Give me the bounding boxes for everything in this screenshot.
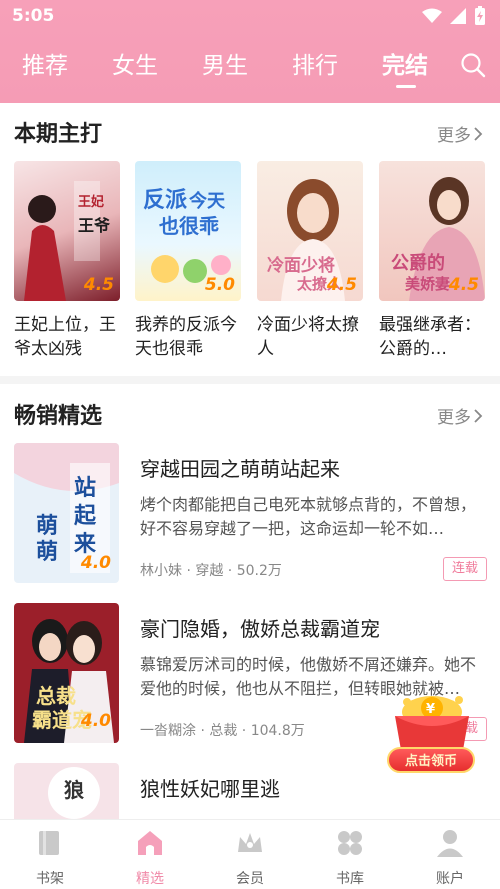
svg-text:冷面少将: 冷面少将 — [267, 255, 335, 276]
nav-label: 书库 — [336, 871, 364, 887]
crown-icon — [238, 833, 262, 852]
tab-male[interactable]: 男生 — [202, 46, 248, 86]
svg-text:反派: 反派 — [143, 188, 187, 213]
bookshelf-icon — [39, 831, 59, 855]
user-icon — [437, 830, 463, 857]
chevron-right-icon — [474, 126, 483, 141]
svg-text:总裁: 总裁 — [36, 684, 76, 708]
book-rating: 4.5 — [326, 275, 357, 295]
more-label: 更多 — [437, 408, 471, 428]
signal-icon — [450, 8, 466, 24]
book-cover: 冷面少将 太撩人 4.5 — [257, 161, 363, 301]
book-meta: 一沓糊涂 · 总裁 · 104.8万 — [140, 723, 305, 739]
status-badge: 连载 — [443, 557, 487, 581]
svg-text:¥: ¥ — [426, 702, 435, 717]
nav-label: 账户 — [436, 871, 464, 887]
svg-text:萌: 萌 — [36, 539, 58, 565]
svg-text:起: 起 — [73, 503, 97, 529]
svg-text:萌: 萌 — [36, 513, 58, 539]
tab-completed[interactable]: 完结 — [382, 46, 428, 86]
tab-female[interactable]: 女生 — [112, 46, 158, 86]
status-time: 5:05 — [12, 6, 55, 26]
nav-label: 会员 — [236, 871, 264, 887]
list-item[interactable]: 站 起 来 萌 萌 4.0 穿越田园之萌萌站起来 烤个肉都能把自己电死本就够点背… — [0, 443, 500, 593]
svg-text:今天: 今天 — [189, 190, 226, 212]
svg-text:王爷: 王爷 — [78, 216, 111, 235]
book-title: 穿越田园之萌萌站起来 — [140, 457, 340, 481]
svg-text:站: 站 — [74, 475, 96, 501]
wifi-icon — [422, 8, 442, 23]
bottom-navigation: 书架 精选 会员 书库 账户 — [0, 819, 500, 889]
book-title: 冷面少将太撩人 — [257, 315, 359, 359]
section-divider — [0, 376, 500, 384]
search-icon[interactable] — [460, 52, 486, 78]
active-tab-indicator — [396, 85, 416, 88]
svg-text:也很乖: 也很乖 — [159, 214, 219, 238]
book-rating: 4.0 — [80, 553, 111, 573]
book-cover: 总裁 霸道宠 4.0 — [14, 603, 119, 743]
nav-item-bookshelf[interactable]: 书架 — [20, 828, 80, 888]
book-description: 烤个肉都能把自己电死本就够点背的，不曾想，好不容易穿越了一把，这命运却一轮不如… — [140, 495, 477, 538]
book-title: 王妃上位，王爷太凶残 — [14, 315, 116, 359]
nav-item-featured[interactable]: 精选 — [120, 828, 180, 888]
featured-book-card[interactable]: 冷面少将 太撩人 4.5 冷面少将太撩人 — [257, 161, 363, 361]
featured-book-card[interactable]: 反派 今天 也很乖 5.0 我养的反派今天也很乖 — [135, 161, 241, 361]
claim-coins-button: 点击领币 — [387, 747, 475, 773]
bestseller-more-link[interactable]: 更多 — [437, 403, 483, 428]
library-icon — [338, 831, 362, 855]
top-header: 5:05 推荐 女生 男生 排行 完结 — [0, 0, 500, 103]
book-title: 最强继承者：公爵的… — [379, 315, 481, 359]
book-rating: 4.5 — [83, 275, 114, 295]
category-tabs: 推荐 女生 男生 排行 完结 — [0, 46, 500, 90]
home-icon — [138, 831, 162, 855]
tab-recommend[interactable]: 推荐 — [22, 46, 68, 86]
section-title-featured: 本期主打 — [14, 122, 103, 147]
book-cover: 站 起 来 萌 萌 4.0 — [14, 443, 119, 583]
nav-label: 书架 — [36, 871, 64, 887]
chevron-right-icon — [474, 408, 483, 423]
svg-text:王妃: 王妃 — [78, 194, 104, 210]
svg-text:公爵的: 公爵的 — [391, 252, 445, 274]
book-title: 豪门隐婚，傲娇总裁霸道宠 — [140, 617, 380, 641]
tab-ranking[interactable]: 排行 — [292, 46, 338, 86]
status-icons — [422, 6, 486, 26]
book-cover: 王妃 王爷 4.5 — [14, 161, 120, 301]
gift-box-icon: ¥ — [395, 696, 469, 750]
book-title: 我养的反派今天也很乖 — [135, 315, 237, 359]
status-bar: 5:05 — [0, 0, 500, 34]
book-cover: 狼 — [14, 763, 119, 819]
svg-text:美娇妻: 美娇妻 — [405, 275, 450, 293]
svg-text:狼: 狼 — [64, 778, 85, 802]
nav-item-account[interactable]: 账户 — [420, 828, 480, 888]
book-cover: 反派 今天 也很乖 5.0 — [135, 161, 241, 301]
featured-book-card[interactable]: 公爵的 美娇妻 4.5 最强继承者：公爵的… — [379, 161, 485, 361]
coin-reward-promo[interactable]: ¥ 点击领币 — [387, 692, 477, 777]
section-title-bestseller: 畅销精选 — [14, 404, 103, 429]
book-rating: 4.5 — [448, 275, 479, 295]
more-label: 更多 — [437, 126, 471, 146]
book-cover: 公爵的 美娇妻 4.5 — [379, 161, 485, 301]
book-title: 狼性妖妃哪里逃 — [140, 777, 280, 801]
book-rating: 5.0 — [204, 275, 235, 295]
book-rating: 4.0 — [80, 711, 111, 731]
nav-item-membership[interactable]: 会员 — [220, 828, 280, 888]
battery-icon — [475, 6, 485, 25]
book-meta: 林小妹 · 穿越 · 50.2万 — [140, 563, 282, 579]
cover-illustration: 狼 — [14, 763, 119, 819]
nav-label: 精选 — [136, 871, 164, 887]
featured-book-card[interactable]: 王妃 王爷 4.5 王妃上位，王爷太凶残 — [14, 161, 120, 361]
nav-item-library[interactable]: 书库 — [320, 828, 380, 888]
featured-more-link[interactable]: 更多 — [437, 121, 483, 146]
